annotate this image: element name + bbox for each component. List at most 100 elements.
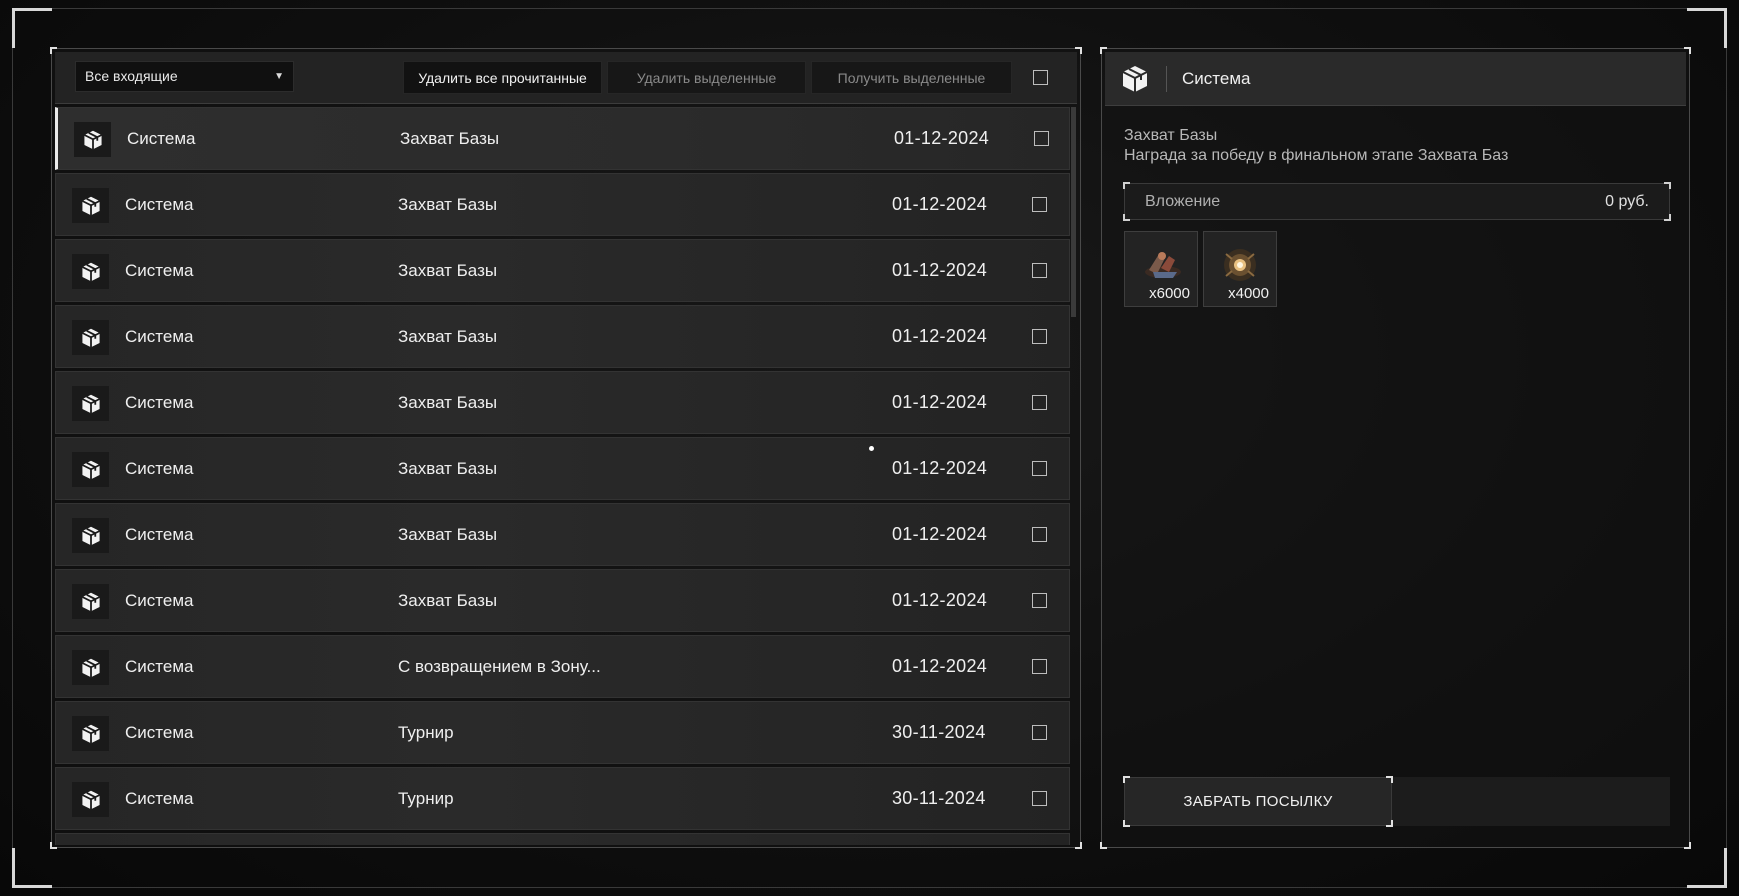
package-icon [72, 254, 109, 289]
detail-header: Система [1105, 52, 1686, 106]
message-checkbox[interactable] [1032, 791, 1047, 806]
delete-selected-button[interactable]: Удалить выделенные [607, 61, 806, 94]
claim-bar: ЗАБРАТЬ ПОСЫЛКУ [1123, 776, 1670, 827]
message-sender: Система [125, 789, 194, 808]
button-corner [1123, 776, 1130, 783]
attachment-value: 0 руб. [1605, 193, 1649, 210]
package-icon [72, 188, 109, 223]
message-list: Система Захват Базы 01-12-2024 Система Захва… [55, 107, 1070, 845]
attachment-item[interactable]: x6000 [1124, 231, 1198, 307]
mail-list-panel: Все входящие ▼ Удалить все прочитанные У… [50, 47, 1082, 849]
message-row[interactable]: Система Захват Базы 01-12-2024 [55, 371, 1070, 434]
panel-corner [1075, 842, 1082, 849]
package-icon [72, 584, 109, 619]
message-checkbox[interactable] [1034, 131, 1049, 146]
message-checkbox[interactable] [1032, 593, 1047, 608]
frame-corner [12, 848, 52, 888]
message-sender: Система [125, 723, 194, 742]
message-sender: Система [125, 195, 194, 214]
package-icon [72, 716, 109, 751]
mail-toolbar: Все входящие ▼ Удалить все прочитанные У… [55, 52, 1077, 104]
item-quantity: x6000 [1149, 285, 1190, 302]
message-checkbox[interactable] [1032, 659, 1047, 674]
message-checkbox[interactable] [1032, 263, 1047, 278]
package-icon [72, 386, 109, 421]
message-row[interactable]: Система Захват Базы 01-12-2024 [55, 173, 1070, 236]
filter-select-value: Все входящие [85, 68, 178, 84]
message-date: 01-12-2024 [892, 260, 988, 280]
attachment-item[interactable]: x4000 [1203, 231, 1277, 307]
header-separator [1166, 66, 1167, 92]
package-icon [1121, 64, 1149, 99]
bar-corner [1664, 214, 1671, 221]
message-checkbox[interactable] [1032, 395, 1047, 410]
message-subject: Захват Базы [398, 525, 498, 544]
package-icon [72, 452, 109, 487]
message-subject: Захват Базы [398, 327, 498, 346]
message-sender: Система [125, 459, 194, 478]
message-row[interactable] [55, 833, 1070, 845]
message-row[interactable]: Система Захват Базы 01-12-2024 [55, 305, 1070, 368]
message-checkbox[interactable] [1032, 461, 1047, 476]
message-subject: Захват Базы [398, 195, 498, 214]
mouse-cursor [869, 446, 874, 451]
filter-select[interactable]: Все входящие ▼ [75, 61, 294, 92]
attachment-label: Вложение [1145, 193, 1221, 210]
frame-corner [1687, 8, 1727, 48]
message-detail-panel: Система Захват Базы Награда за победу в … [1100, 47, 1691, 849]
message-row[interactable]: Система Захват Базы 01-12-2024 [55, 239, 1070, 302]
button-corner [1386, 820, 1393, 827]
message-subject: Турнир [398, 723, 454, 742]
list-scrollbar[interactable] [1071, 107, 1076, 317]
detail-description: Награда за победу в финальном этапе Захв… [1124, 147, 1509, 164]
message-date: 01-12-2024 [892, 326, 988, 346]
message-subject: Захват Базы [398, 591, 498, 610]
message-date: 30-11-2024 [892, 722, 986, 742]
bar-corner [1123, 182, 1130, 189]
message-date: 01-12-2024 [892, 590, 988, 610]
attachment-bar: Вложение 0 руб. [1123, 182, 1671, 221]
message-checkbox[interactable] [1032, 329, 1047, 344]
message-row[interactable]: Система Захват Базы 01-12-2024 [55, 503, 1070, 566]
message-row[interactable]: Система Захват Базы 01-12-2024 [55, 107, 1070, 170]
message-subject: Турнир [398, 789, 454, 808]
item-quantity: x4000 [1228, 285, 1269, 302]
message-row[interactable]: Система Захват Базы 01-12-2024 [55, 437, 1070, 500]
message-date: 01-12-2024 [892, 392, 988, 412]
panel-corner [1684, 842, 1691, 849]
package-icon [72, 320, 109, 355]
message-sender: Система [127, 129, 196, 148]
message-subject: Захват Базы [398, 459, 498, 478]
bar-corner [1123, 214, 1130, 221]
message-checkbox[interactable] [1032, 725, 1047, 740]
message-subject: С возвращением в Зону... [398, 657, 601, 676]
package-icon [72, 518, 109, 553]
message-sender: Система [125, 393, 194, 412]
select-all-checkbox[interactable] [1033, 70, 1048, 85]
message-row[interactable]: Система Турнир 30-11-2024 [55, 701, 1070, 764]
claim-package-button[interactable]: ЗАБРАТЬ ПОСЫЛКУ [1123, 776, 1393, 827]
message-row[interactable]: Система С возвращением в Зону... 01-12-202… [55, 635, 1070, 698]
message-date: 01-12-2024 [892, 656, 988, 676]
detail-sender: Система [1182, 69, 1251, 88]
frame-corner [12, 8, 52, 48]
frame-corner [1687, 848, 1727, 888]
message-sender: Система [125, 657, 194, 676]
message-row[interactable]: Система Турнир 30-11-2024 [55, 767, 1070, 830]
package-icon [72, 650, 109, 685]
message-date: 01-12-2024 [892, 458, 988, 478]
message-checkbox[interactable] [1032, 527, 1047, 542]
message-subject: Захват Базы [400, 129, 500, 148]
button-corner [1123, 820, 1130, 827]
message-sender: Система [125, 327, 194, 346]
message-sender: Система [125, 591, 194, 610]
panel-corner [1100, 842, 1107, 849]
claim-package-label: ЗАБРАТЬ ПОСЫЛКУ [1183, 793, 1333, 810]
detail-subject: Захват Базы [1124, 127, 1218, 144]
message-sender: Система [125, 261, 194, 280]
get-selected-button[interactable]: Получить выделенные [811, 61, 1012, 94]
message-sender: Система [125, 525, 194, 544]
delete-all-read-button[interactable]: Удалить все прочитанные [403, 61, 602, 94]
message-row[interactable]: Система Захват Базы 01-12-2024 [55, 569, 1070, 632]
message-checkbox[interactable] [1032, 197, 1047, 212]
